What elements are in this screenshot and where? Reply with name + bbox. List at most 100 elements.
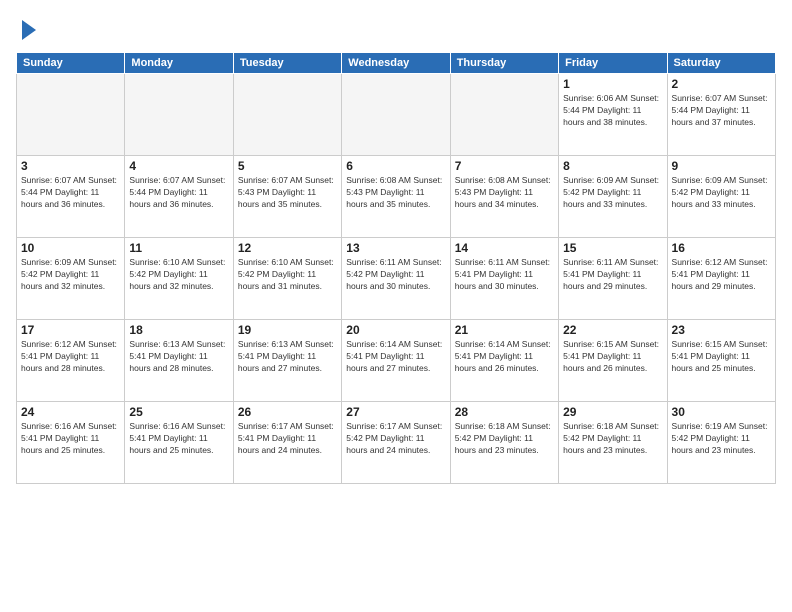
calendar-cell: 28Sunrise: 6:18 AM Sunset: 5:42 PM Dayli… (450, 402, 558, 484)
day-info: Sunrise: 6:19 AM Sunset: 5:42 PM Dayligh… (672, 421, 771, 457)
calendar-cell: 7 Sunrise: 6:08 AM Sunset: 5:43 PM Daylig… (450, 156, 558, 238)
day-info: Sunrise: 6:09 AM Sunset: 5:42 PM Dayligh… (563, 175, 662, 211)
day-number: 5 (238, 159, 337, 173)
day-info: Sunrise: 6:13 AM Sunset: 5:41 PM Dayligh… (238, 339, 337, 375)
day-number: 11 (129, 241, 228, 255)
calendar-cell: 16 Sunrise: 6:12 AM Sunset: 5:41 PM Dayli… (667, 238, 775, 320)
calendar-cell: 30 Sunrise: 6:19 AM Sunset: 5:42 PM Dayli… (667, 402, 775, 484)
day-number: 6 (346, 159, 445, 173)
day-info: Sunrise: 6:07 AM Sunset: 5:44 PM Dayligh… (21, 175, 120, 211)
day-number: 21 (455, 323, 554, 337)
day-info: Sunrise: 6:09 AM Sunset: 5:42 PM Dayligh… (672, 175, 771, 211)
calendar-cell: 11 Sunrise: 6:10 AM Sunset: 5:42 PM Dayli… (125, 238, 233, 320)
day-number: 10 (21, 241, 120, 255)
calendar-cell: 29 Sunrise: 6:18 AM Sunset: 5:42 PM Dayli… (559, 402, 667, 484)
calendar-cell: 6 Sunrise: 6:08 AM Sunset: 5:43 PM Daylig… (342, 156, 450, 238)
day-info: Sunrise: 6:07 AM Sunset: 5:43 PM Dayligh… (238, 175, 337, 211)
calendar-cell: 27 Sunrise: 6:17 AM Sunset: 5:42 PM Dayli… (342, 402, 450, 484)
calendar-cell: 15 Sunrise: 6:11 AM Sunset: 5:41 PM Dayli… (559, 238, 667, 320)
day-number: 22 (563, 323, 662, 337)
calendar-cell: 3 Sunrise: 6:07 AM Sunset: 5:44 PM Daylig… (17, 156, 125, 238)
calendar-cell: 21 Sunrise: 6:14 AM Sunset: 5:41 PM Dayli… (450, 320, 558, 402)
calendar-week-3: 10 Sunrise: 6:09 AM Sunset: 5:42 PM Dayli… (17, 238, 776, 320)
day-info: Sunrise: 6:14 AM Sunset: 5:41 PM Dayligh… (346, 339, 445, 375)
calendar-cell: 1 Sunrise: 6:06 AM Sunset: 5:44 PM Daylig… (559, 74, 667, 156)
header (16, 12, 776, 44)
calendar-cell: 5 Sunrise: 6:07 AM Sunset: 5:43 PM Daylig… (233, 156, 341, 238)
calendar-cell: 17 Sunrise: 6:12 AM Sunset: 5:41 PM Dayli… (17, 320, 125, 402)
calendar-cell: 2 Sunrise: 6:07 AM Sunset: 5:44 PM Daylig… (667, 74, 775, 156)
day-info: Sunrise: 6:18 AM Sunset: 5:42 PM Dayligh… (563, 421, 662, 457)
calendar-week-2: 3 Sunrise: 6:07 AM Sunset: 5:44 PM Daylig… (17, 156, 776, 238)
calendar-cell: 9 Sunrise: 6:09 AM Sunset: 5:42 PM Daylig… (667, 156, 775, 238)
day-number: 20 (346, 323, 445, 337)
day-number: 16 (672, 241, 771, 255)
day-number: 24 (21, 405, 120, 419)
day-number: 13 (346, 241, 445, 255)
day-number: 17 (21, 323, 120, 337)
calendar-header-saturday: Saturday (667, 53, 775, 74)
day-info: Sunrise: 6:11 AM Sunset: 5:41 PM Dayligh… (563, 257, 662, 293)
page: SundayMondayTuesdayWednesdayThursdayFrid… (0, 0, 792, 612)
calendar-cell: 20 Sunrise: 6:14 AM Sunset: 5:41 PM Dayli… (342, 320, 450, 402)
day-info: Sunrise: 6:13 AM Sunset: 5:41 PM Dayligh… (129, 339, 228, 375)
day-info: Sunrise: 6:11 AM Sunset: 5:42 PM Dayligh… (346, 257, 445, 293)
day-number: 30 (672, 405, 771, 419)
logo (16, 16, 40, 44)
day-info: Sunrise: 6:09 AM Sunset: 5:42 PM Dayligh… (21, 257, 120, 293)
day-info: Sunrise: 6:17 AM Sunset: 5:42 PM Dayligh… (346, 421, 445, 457)
calendar-header-row: SundayMondayTuesdayWednesdayThursdayFrid… (17, 53, 776, 74)
day-info: Sunrise: 6:15 AM Sunset: 5:41 PM Dayligh… (563, 339, 662, 375)
day-info: Sunrise: 6:06 AM Sunset: 5:44 PM Dayligh… (563, 93, 662, 129)
day-number: 15 (563, 241, 662, 255)
calendar-header-monday: Monday (125, 53, 233, 74)
day-number: 18 (129, 323, 228, 337)
day-number: 9 (672, 159, 771, 173)
day-info: Sunrise: 6:10 AM Sunset: 5:42 PM Dayligh… (129, 257, 228, 293)
day-info: Sunrise: 6:15 AM Sunset: 5:41 PM Dayligh… (672, 339, 771, 375)
day-info: Sunrise: 6:17 AM Sunset: 5:41 PM Dayligh… (238, 421, 337, 457)
day-number: 7 (455, 159, 554, 173)
day-info: Sunrise: 6:07 AM Sunset: 5:44 PM Dayligh… (129, 175, 228, 211)
calendar-header-wednesday: Wednesday (342, 53, 450, 74)
day-info: Sunrise: 6:08 AM Sunset: 5:43 PM Dayligh… (455, 175, 554, 211)
calendar-cell (450, 74, 558, 156)
calendar-header-friday: Friday (559, 53, 667, 74)
day-number: 3 (21, 159, 120, 173)
day-number: 2 (672, 77, 771, 91)
day-number: 14 (455, 241, 554, 255)
calendar-cell: 25Sunrise: 6:16 AM Sunset: 5:41 PM Dayli… (125, 402, 233, 484)
calendar-cell (342, 74, 450, 156)
day-info: Sunrise: 6:16 AM Sunset: 5:41 PM Dayligh… (21, 421, 120, 457)
day-info: Sunrise: 6:11 AM Sunset: 5:41 PM Dayligh… (455, 257, 554, 293)
day-info: Sunrise: 6:18 AM Sunset: 5:42 PM Dayligh… (455, 421, 554, 457)
day-number: 12 (238, 241, 337, 255)
calendar-cell: 24 Sunrise: 6:16 AM Sunset: 5:41 PM Dayli… (17, 402, 125, 484)
day-number: 19 (238, 323, 337, 337)
calendar-cell: 23 Sunrise: 6:15 AM Sunset: 5:41 PM Dayli… (667, 320, 775, 402)
calendar-cell: 22 Sunrise: 6:15 AM Sunset: 5:41 PM Dayli… (559, 320, 667, 402)
day-info: Sunrise: 6:12 AM Sunset: 5:41 PM Dayligh… (21, 339, 120, 375)
calendar-cell: 26Sunrise: 6:17 AM Sunset: 5:41 PM Dayli… (233, 402, 341, 484)
calendar-week-4: 17 Sunrise: 6:12 AM Sunset: 5:41 PM Dayli… (17, 320, 776, 402)
calendar-cell (125, 74, 233, 156)
logo-icon (18, 16, 40, 44)
calendar-header-thursday: Thursday (450, 53, 558, 74)
day-info: Sunrise: 6:10 AM Sunset: 5:42 PM Dayligh… (238, 257, 337, 293)
calendar-cell: 19 Sunrise: 6:13 AM Sunset: 5:41 PM Dayli… (233, 320, 341, 402)
day-number: 29 (563, 405, 662, 419)
calendar-cell: 4 Sunrise: 6:07 AM Sunset: 5:44 PM Daylig… (125, 156, 233, 238)
day-info: Sunrise: 6:08 AM Sunset: 5:43 PM Dayligh… (346, 175, 445, 211)
calendar-header-tuesday: Tuesday (233, 53, 341, 74)
day-number: 1 (563, 77, 662, 91)
calendar-cell: 14 Sunrise: 6:11 AM Sunset: 5:41 PM Dayli… (450, 238, 558, 320)
day-number: 23 (672, 323, 771, 337)
day-number: 4 (129, 159, 228, 173)
calendar-cell (233, 74, 341, 156)
day-info: Sunrise: 6:14 AM Sunset: 5:41 PM Dayligh… (455, 339, 554, 375)
day-info: Sunrise: 6:07 AM Sunset: 5:44 PM Dayligh… (672, 93, 771, 129)
day-number: 8 (563, 159, 662, 173)
calendar-cell: 10 Sunrise: 6:09 AM Sunset: 5:42 PM Dayli… (17, 238, 125, 320)
day-info: Sunrise: 6:12 AM Sunset: 5:41 PM Dayligh… (672, 257, 771, 293)
day-number: 27 (346, 405, 445, 419)
